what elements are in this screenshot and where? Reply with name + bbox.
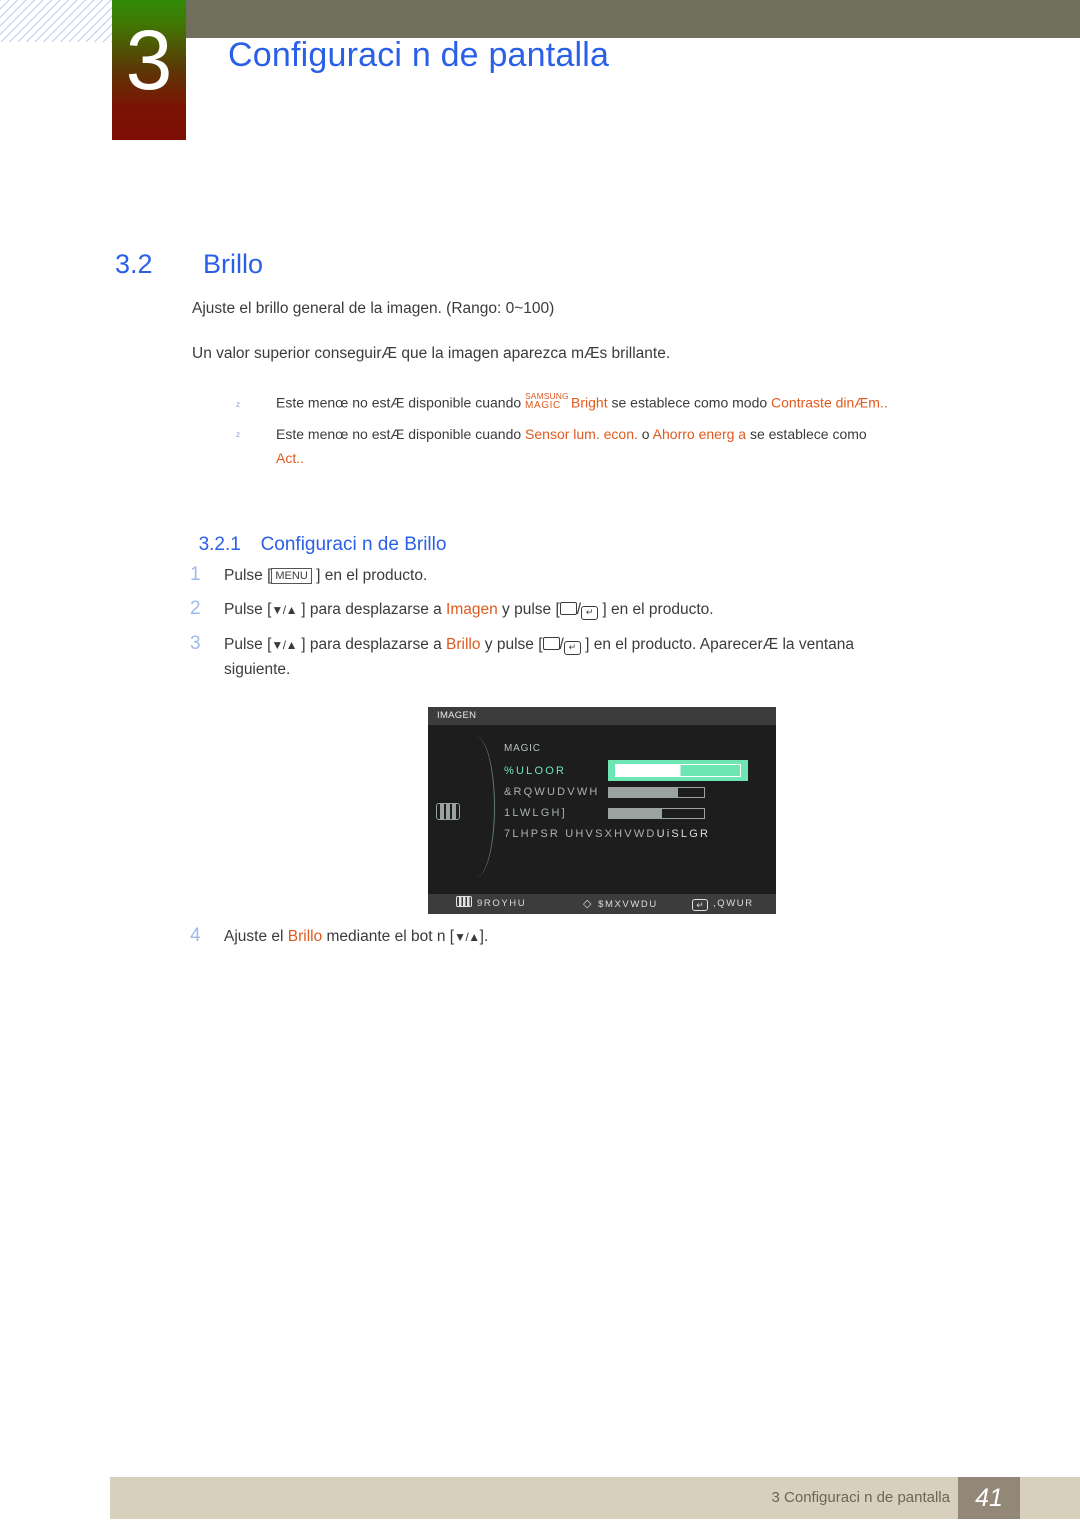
step-mid: ] para desplazarse a xyxy=(296,636,447,653)
note-text-after: se establece como xyxy=(746,426,867,443)
section-heading: 3.2 Brillo xyxy=(100,218,263,280)
osd-menu-screenshot: IMAGEN MAGIC %ULOOR &RQWUDVWH 1LWLGH] 7L… xyxy=(428,707,776,914)
menu-keycap: MENU xyxy=(271,568,312,584)
updown-arrows-icon: ▼/▲ xyxy=(454,930,480,944)
osd-row-brillo: %ULOOR xyxy=(504,765,567,777)
osd-footer-adjust-label: $MXVWDU xyxy=(598,899,658,910)
brightness-icon xyxy=(436,803,460,820)
step-prefix: Ajuste el xyxy=(224,928,288,945)
step-number: 3 xyxy=(190,633,201,654)
osd-arc-divider xyxy=(464,737,495,877)
page-title: Configuraci n de pantalla xyxy=(228,36,610,74)
samsung-magic-logo: SAMSUNG MAGIC xyxy=(525,391,571,415)
step-keyword: Imagen xyxy=(446,601,498,618)
step-suffix: ] en el producto. xyxy=(598,601,714,618)
step-number: 2 xyxy=(190,598,201,619)
instruction-step: 4 Ajuste el Brillo mediante el bot n [▼/▲… xyxy=(190,925,488,947)
note-text: Este menœ no estÆ disponible cuando SAMS… xyxy=(276,391,888,415)
step-number: 4 xyxy=(190,925,201,946)
subsection-heading: 3.2.1 Configuraci n de Brillo xyxy=(188,512,447,556)
chapter-number: 3 xyxy=(125,13,173,107)
chapter-number-box: 3 xyxy=(112,0,186,140)
note-bullet: z xyxy=(236,399,240,409)
step-keyword: Brillo xyxy=(446,636,481,653)
step-mid: ] para desplazarse a xyxy=(296,601,447,618)
osd-footer-adjust: ◇ $MXVWDU xyxy=(583,894,658,915)
step-prefix: Pulse [ xyxy=(224,567,272,584)
osd-row-value: UiSLGR xyxy=(656,828,711,840)
osd-magic-label: MAGIC xyxy=(504,743,541,754)
updown-arrows-icon: ▼/▲ xyxy=(271,603,297,617)
osd-slider-fill xyxy=(609,809,663,818)
osd-footer-back: 9ROYHU xyxy=(456,894,526,914)
osd-row-label: 7LHPSR UHVSXHVWD xyxy=(504,828,657,840)
osd-row-contraste: &RQWUDVWH xyxy=(504,786,600,798)
page-footer-text: 3 Configuraci n de pantalla xyxy=(771,1489,950,1506)
left-right-diamond-icon: ◇ xyxy=(583,898,594,910)
osd-row-nitidez: 1LWLGH] xyxy=(504,807,567,819)
osd-footer-bar: 9ROYHU ◇ $MXVWDU ↵ ,QWUR xyxy=(428,894,776,914)
step-number: 1 xyxy=(190,564,201,585)
note-text-middle: o xyxy=(637,426,653,443)
osd-title-bar: IMAGEN xyxy=(428,707,776,725)
note-bullet: z xyxy=(236,429,240,439)
decorative-hatch-pattern xyxy=(0,0,112,42)
note-text-middle: se establece como modo xyxy=(607,394,772,411)
osd-footer-enter: ↵ ,QWUR xyxy=(686,894,754,914)
note-text-before: Este menœ no estÆ disponible cuando xyxy=(276,394,526,411)
note-continuation: Act.. xyxy=(276,450,305,466)
step-keyword: Brillo xyxy=(287,928,323,945)
page-number: 41 xyxy=(958,1477,1020,1519)
note-keyword-2: Contraste dinÆm.. xyxy=(771,394,888,411)
osd-slider-track xyxy=(615,764,741,777)
step-suffix: ] en el producto. AparecerÆ la ventana xyxy=(580,636,854,653)
osd-slider-contraste xyxy=(608,787,705,798)
step-suffix: ]. xyxy=(479,928,489,945)
note-keyword-1: Bright xyxy=(571,394,608,411)
header-band xyxy=(186,0,1080,38)
step-mid2: y pulse [ xyxy=(480,636,543,653)
section-number: 3.2 xyxy=(115,249,153,279)
note-text-before: Este menœ no estÆ disponible cuando xyxy=(276,426,526,443)
step-continuation: siguiente. xyxy=(224,661,291,678)
body-paragraph-1: Ajuste el brillo general de la imagen. (… xyxy=(192,300,555,317)
osd-footer-back-label: 9ROYHU xyxy=(477,898,527,909)
section-title: Brillo xyxy=(203,249,264,279)
subsection-title: Configuraci n de Brillo xyxy=(260,534,447,555)
step-suffix: ] en el producto. xyxy=(311,567,428,584)
osd-footer-enter-label: ,QWUR xyxy=(713,898,754,909)
samsung-magic-bottom: MAGIC xyxy=(525,400,561,411)
osd-slider-nitidez xyxy=(608,808,705,819)
step-prefix: Pulse [ xyxy=(224,636,272,653)
step-mid: mediante el bot n [ xyxy=(322,928,455,945)
enter-icon: ↵ xyxy=(563,641,581,655)
step-prefix: Pulse [ xyxy=(224,601,272,618)
body-paragraph-2: Un valor superior conseguirÆ que la imag… xyxy=(192,345,671,362)
osd-row-tiempo-respuesta: 7LHPSR UHVSXHVWDUiSLGR xyxy=(504,828,710,840)
note-item: z Este menœ no estÆ disponible cuando Sen… xyxy=(236,425,867,442)
source-box-icon xyxy=(559,602,577,615)
osd-slider-brillo xyxy=(608,760,748,781)
step-mid2: y pulse [ xyxy=(497,601,560,618)
note-text: Este menœ no estÆ disponible cuando Sens… xyxy=(276,426,867,442)
note-item: z Este menœ no estÆ disponible cuando SAM… xyxy=(236,391,888,415)
osd-slider-fill xyxy=(609,788,679,797)
enter-icon: ↵ xyxy=(581,606,599,620)
enter-icon: ↵ xyxy=(692,899,708,911)
updown-arrows-icon: ▼/▲ xyxy=(271,638,297,652)
instruction-step: 3 Pulse [▼/▲ ] para desplazarse a Brillo … xyxy=(190,633,854,655)
page-footer-bar: 3 Configuraci n de pantalla 41 xyxy=(110,1477,1080,1519)
source-box-icon xyxy=(542,637,560,650)
note-keyword-1: Sensor lum. econ. xyxy=(525,426,638,443)
note-keyword-2: Ahorro energ a xyxy=(652,426,747,443)
menu-bars-icon xyxy=(456,896,472,907)
subsection-number: 3.2.1 xyxy=(198,534,241,555)
instruction-step: 2 Pulse [▼/▲ ] para desplazarse a Imagen … xyxy=(190,598,714,620)
instruction-step: 1 Pulse [MENU ] en el producto. xyxy=(190,564,427,586)
